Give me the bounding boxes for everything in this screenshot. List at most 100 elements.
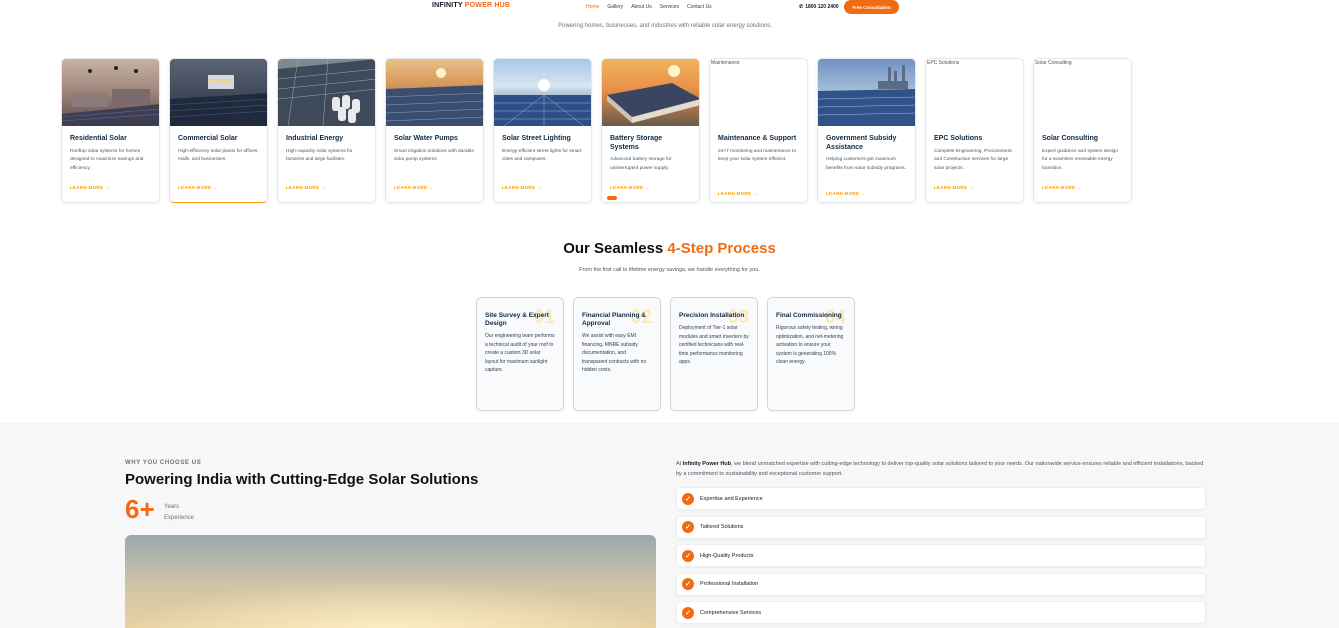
- learn-more-link[interactable]: LEARN MORE →: [178, 185, 218, 190]
- learn-more-link[interactable]: LEARN MORE →: [394, 185, 434, 190]
- logo-text-1: INFINITY: [432, 2, 463, 9]
- service-title: Battery Storage Systems: [610, 135, 663, 151]
- process-heading-main: Our Seamless: [563, 240, 668, 257]
- feature-label: Comprehensive Services: [700, 609, 762, 616]
- learn-more-link[interactable]: LEARN MORE →: [934, 185, 974, 190]
- process-heading: Our Seamless 4-Step Process: [0, 240, 1339, 257]
- step-description: Our engineering team performs a technica…: [485, 333, 555, 373]
- services-tagline: Powering homes, businesses, and industri…: [558, 23, 772, 29]
- check-icon: ✓: [682, 549, 694, 562]
- service-description: Energy-efficient street lights for smart…: [502, 148, 582, 163]
- section-eyebrow: WHY YOU CHOOSE US: [125, 460, 202, 466]
- feature-label: Expertise and Experience: [700, 495, 763, 502]
- feature-label: Professional Installation: [700, 581, 759, 587]
- phone-number: 1800 120 2400: [805, 4, 839, 10]
- service-card[interactable]: Solar Consulting Solar Consulting Expert…: [1033, 58, 1132, 203]
- service-description: Helping customers get maximum benefits f…: [826, 157, 906, 171]
- logo-text-2: POWER HUB: [464, 2, 511, 9]
- step-title: Site Survey & Expert Design: [485, 312, 549, 327]
- learn-more-link[interactable]: LEARN MORE →: [718, 191, 758, 196]
- process-step-card: 03 Precision Installation Deployment of …: [670, 297, 758, 411]
- brand-logo[interactable]: INFINITY POWER HUB: [432, 2, 510, 9]
- step-description: Rigorous safety testing, wiring optimiza…: [776, 325, 844, 365]
- service-description: Expert guidance and system design for a …: [1042, 148, 1118, 171]
- nav-link-gallery[interactable]: Gallery: [607, 4, 623, 10]
- step-title: Financial Planning & Approval: [582, 312, 646, 327]
- check-icon: ✓: [682, 521, 694, 533]
- service-image: [62, 59, 159, 126]
- learn-more-link[interactable]: LEARN MORE →: [1042, 185, 1082, 190]
- service-title: Residential Solar: [70, 135, 127, 142]
- service-description: Complete Engineering, Procurement, and C…: [934, 148, 1013, 171]
- learn-more-link[interactable]: LEARN MORE →: [610, 185, 650, 190]
- nav-link-contact[interactable]: Contact Us: [687, 4, 712, 10]
- check-icon: ✓: [682, 492, 694, 505]
- feature-item[interactable]: ✓ Expertise and Experience: [676, 487, 1206, 510]
- image-alt-text: Maintenance: [711, 60, 740, 66]
- phone-link[interactable]: ✆ 1800 120 2400: [799, 4, 839, 10]
- free-consultation-button[interactable]: Free Consultation: [844, 0, 899, 14]
- feature-item[interactable]: ✓ High-Quality Products: [676, 544, 1206, 567]
- service-image: [278, 59, 375, 126]
- solar-hero-image: [125, 535, 656, 628]
- service-card[interactable]: Residential Solar Rooftop solar systems …: [61, 58, 160, 203]
- step-description: Deployment of Tier-1 solar modules and s…: [679, 325, 749, 365]
- services-carousel: Residential Solar Rooftop solar systems …: [61, 58, 1132, 203]
- step-title: Final Commissioning: [776, 312, 842, 319]
- service-card[interactable]: Industrial Energy High-capacity solar sy…: [277, 58, 376, 203]
- service-card[interactable]: Battery Storage Systems Advanced battery…: [601, 58, 700, 203]
- why-description-prefix: At: [676, 461, 683, 467]
- service-card[interactable]: Commercial Solar High-efficiency solar p…: [169, 58, 268, 203]
- nav-link-home[interactable]: Home: [586, 4, 599, 10]
- check-icon: ✓: [682, 578, 694, 590]
- service-card[interactable]: Solar Street Lighting Energy-efficient s…: [493, 58, 592, 203]
- learn-more-link[interactable]: LEARN MORE →: [70, 185, 110, 190]
- nav-link-about[interactable]: About Us: [631, 4, 652, 10]
- service-image: [386, 59, 483, 126]
- feature-item[interactable]: ✓ Comprehensive Services: [676, 601, 1206, 624]
- step-description: We assist with easy EMI financing, MNRE …: [582, 333, 647, 373]
- service-card[interactable]: EPC Solutions EPC Solutions Complete Eng…: [925, 58, 1024, 203]
- service-description: Rooftop solar systems for homes designed…: [70, 148, 144, 171]
- service-title: Industrial Energy: [286, 135, 344, 142]
- carousel-indicator[interactable]: [607, 196, 617, 200]
- experience-label: Years Experience: [164, 504, 195, 521]
- service-title: Solar Consulting: [1042, 135, 1098, 142]
- service-title: Commercial Solar: [178, 135, 238, 142]
- learn-more-link[interactable]: LEARN MORE →: [502, 185, 542, 190]
- feature-label: Tailored Solutions: [700, 524, 744, 530]
- process-step-card: 02 Financial Planning & Approval We assi…: [573, 297, 661, 411]
- service-description: Smart irrigation solutions with durable …: [394, 148, 474, 163]
- service-title: EPC Solutions: [934, 135, 983, 142]
- feature-item[interactable]: ✓ Professional Installation: [676, 572, 1206, 596]
- service-description: Advanced battery storage for uninterrupt…: [610, 157, 672, 171]
- check-icon: ✓: [682, 606, 694, 619]
- service-title: Government Subsidy Assistance: [826, 135, 897, 151]
- service-title: Maintenance & Support: [718, 135, 797, 142]
- feature-item[interactable]: ✓ Tailored Solutions: [676, 515, 1206, 539]
- service-image-broken: Solar Consulting: [1034, 59, 1131, 126]
- feature-list: ✓ Expertise and Experience ✓ Tailored So…: [676, 487, 1206, 628]
- experience-count: 6+: [125, 494, 155, 524]
- phone-icon: ✆: [799, 4, 804, 10]
- process-heading-accent: 4-Step Process: [667, 240, 776, 257]
- service-description: High-capacity solar systems for factorie…: [286, 148, 353, 163]
- service-image-broken: Maintenance: [710, 59, 807, 126]
- process-step-card: 01 Site Survey & Expert Design Our engin…: [476, 297, 564, 411]
- nav-link-services[interactable]: Services: [660, 4, 679, 10]
- learn-more-link[interactable]: LEARN MORE →: [286, 185, 326, 190]
- process-steps: 01 Site Survey & Expert Design Our engin…: [476, 297, 855, 411]
- image-alt-text: EPC Solutions: [927, 60, 960, 66]
- feature-label: High-Quality Products: [700, 552, 754, 559]
- service-card[interactable]: Maintenance Maintenance & Support 24×7 m…: [709, 58, 808, 203]
- service-card[interactable]: Government Subsidy Assistance Helping cu…: [817, 58, 916, 203]
- service-card[interactable]: Solar Water Pumps Smart irrigation solut…: [385, 58, 484, 203]
- process-subtitle: From the first call to lifetime energy s…: [579, 267, 760, 273]
- service-description: 24×7 monitoring and maintenance to keep …: [718, 148, 797, 163]
- why-choose-us-section: WHY YOU CHOOSE US Powering India with Cu…: [0, 423, 1339, 628]
- learn-more-link[interactable]: LEARN MORE →: [826, 191, 866, 196]
- service-image-broken: EPC Solutions: [926, 59, 1023, 126]
- why-description: At Infinity Power Hub, we blend unmatche…: [676, 459, 1206, 479]
- service-description: High-efficiency solar plants for offices…: [178, 148, 259, 163]
- top-navbar: INFINITY POWER HUB Home Gallery About Us…: [0, 0, 1339, 14]
